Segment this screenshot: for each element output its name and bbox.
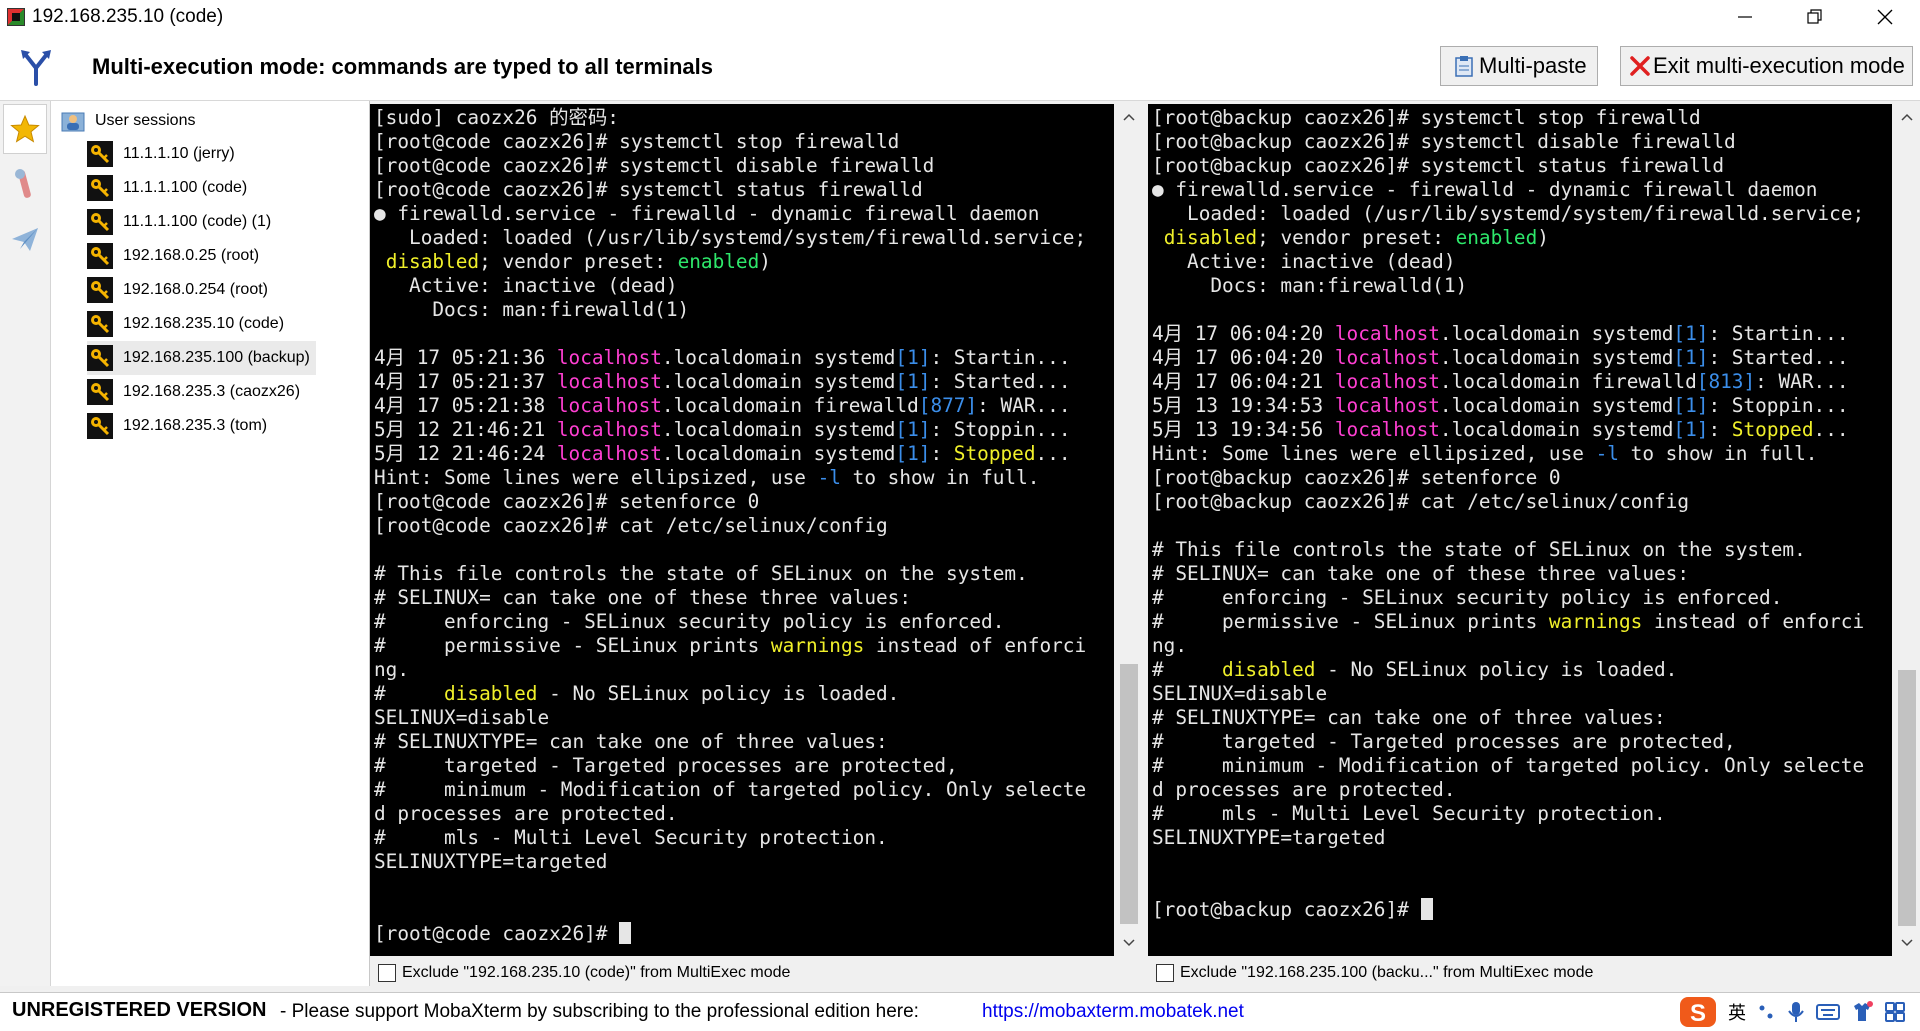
user-sessions-folder[interactable]: User sessions <box>61 110 195 132</box>
terminal-left[interactable]: [sudo] caozx26 的密码: [root@code caozx26]#… <box>370 104 1114 956</box>
user-folder-icon <box>61 112 85 132</box>
terminal-right-scrollbar[interactable] <box>1894 104 1920 956</box>
scroll-up-arrow[interactable] <box>1116 104 1142 130</box>
session-item[interactable]: 11.1.1.100 (code) <box>87 171 316 205</box>
support-message: - Please support MobaXterm by subscribin… <box>280 1001 919 1022</box>
session-label: 11.1.1.100 (code) (1) <box>123 213 272 230</box>
session-item[interactable]: 192.168.0.25 (root) <box>87 239 316 273</box>
multiexec-banner: Multi-execution mode: commands are typed… <box>92 54 714 79</box>
chevron-down-icon <box>1901 939 1913 947</box>
punctuation-icon[interactable] <box>1756 1002 1776 1022</box>
session-label: 192.168.235.100 (backup) <box>123 349 310 366</box>
maximize-button[interactable] <box>1780 0 1850 34</box>
key-icon <box>87 243 113 269</box>
star-icon <box>10 114 40 143</box>
app-icon <box>7 8 25 26</box>
keyboard-icon[interactable] <box>1816 1003 1840 1021</box>
window-title: 192.168.235.10 (code) <box>32 6 224 27</box>
exit-multiexec-label: Exit multi-execution mode <box>1653 53 1905 78</box>
key-icon <box>87 345 113 371</box>
key-icon <box>87 175 113 201</box>
close-icon <box>1877 9 1893 25</box>
session-label: 192.168.235.10 (code) <box>123 315 285 332</box>
minimize-icon <box>1738 16 1752 18</box>
paper-plane-icon <box>12 228 38 251</box>
exit-multiexec-button[interactable]: Exit multi-execution mode <box>1620 46 1913 86</box>
toolbox-grid-icon[interactable] <box>1884 1001 1906 1023</box>
red-x-icon <box>1630 56 1650 76</box>
tools-tab[interactable] <box>3 159 47 209</box>
session-item[interactable]: 11.1.1.100 (code) (1) <box>87 205 316 239</box>
session-label: 192.168.235.3 (tom) <box>123 417 268 434</box>
multiexec-fork-icon <box>21 50 51 86</box>
close-button[interactable] <box>1850 0 1920 34</box>
scroll-thumb[interactable] <box>1120 664 1138 924</box>
ime-tray: S 英 <box>1678 993 1920 1031</box>
session-label: 11.1.1.100 (code) <box>123 179 248 196</box>
key-icon <box>87 277 113 303</box>
restore-icon <box>1807 9 1822 24</box>
ime-language-toggle[interactable]: 英 <box>1728 999 1746 1025</box>
chevron-up-icon <box>1123 113 1135 121</box>
title-bar: 192.168.235.10 (code) <box>0 0 1920 34</box>
status-bar: UNREGISTERED VERSION - Please support Mo… <box>0 992 1920 1031</box>
microphone-icon[interactable] <box>1786 1001 1806 1023</box>
key-icon <box>87 141 113 167</box>
session-item[interactable]: 192.168.235.10 (code) <box>87 307 316 341</box>
sogou-ime-icon[interactable]: S <box>1678 995 1718 1029</box>
terminal-left-scrollbar[interactable] <box>1116 104 1142 956</box>
session-label: 192.168.0.254 (root) <box>123 281 268 298</box>
terminal-cursor <box>619 922 632 944</box>
scroll-down-arrow[interactable] <box>1894 930 1920 956</box>
user-sessions-label: User sessions <box>95 112 196 129</box>
terminal-output: [root@backup caozx26]# systemctl stop fi… <box>1152 106 1865 921</box>
chevron-up-icon <box>1901 113 1913 121</box>
mobatek-link[interactable]: https://mobaxterm.mobatek.net <box>982 1001 1244 1023</box>
session-label: 192.168.235.3 (caozx26) <box>123 383 301 400</box>
multiexec-bar: Multi-execution mode: commands are typed… <box>0 34 1920 101</box>
key-icon <box>87 379 113 405</box>
session-item[interactable]: 192.168.235.100 (backup) <box>87 341 316 375</box>
multi-paste-label: Multi-paste <box>1479 53 1587 78</box>
checkbox[interactable] <box>1156 964 1174 982</box>
sessions-panel: User sessions 11.1.1.10 (jerry) 11.1.1.10… <box>51 101 370 986</box>
session-item[interactable]: 11.1.1.10 (jerry) <box>87 137 316 171</box>
minimize-button[interactable] <box>1710 0 1780 34</box>
exclude-left-label: Exclude "192.168.235.10 (code)" from Mul… <box>402 964 791 981</box>
key-icon <box>87 413 113 439</box>
scroll-up-arrow[interactable] <box>1894 104 1920 130</box>
terminal-cursor <box>1420 898 1433 920</box>
clipboard-icon <box>1455 56 1473 77</box>
session-list: 11.1.1.10 (jerry) 11.1.1.100 (code) 11.1.1… <box>87 137 316 443</box>
session-item[interactable]: 192.168.0.254 (root) <box>87 273 316 307</box>
sessions-tab[interactable] <box>3 104 47 154</box>
scroll-thumb[interactable] <box>1898 670 1916 926</box>
session-item[interactable]: 192.168.235.3 (tom) <box>87 409 316 443</box>
multi-paste-button[interactable]: Multi-paste <box>1440 46 1598 86</box>
terminal-right[interactable]: [root@backup caozx26]# systemctl stop fi… <box>1148 104 1892 956</box>
left-sidebar-tabs <box>0 101 51 986</box>
sftp-tab[interactable] <box>3 214 47 264</box>
exclude-right-label: Exclude "192.168.235.100 (backu..." from… <box>1180 964 1594 981</box>
exclude-left-checkbox[interactable]: Exclude "192.168.235.10 (code)" from Mul… <box>378 964 790 982</box>
registration-status: UNREGISTERED VERSION <box>12 999 267 1021</box>
key-icon <box>87 209 113 235</box>
tools-icon <box>15 169 31 198</box>
svg-text:S: S <box>1690 1000 1706 1027</box>
session-label: 11.1.1.10 (jerry) <box>123 145 235 162</box>
session-item[interactable]: 192.168.235.3 (caozx26) <box>87 375 316 409</box>
checkbox[interactable] <box>378 964 396 982</box>
skin-icon[interactable] <box>1850 1000 1874 1024</box>
key-icon <box>87 311 113 337</box>
chevron-down-icon <box>1123 939 1135 947</box>
scroll-down-arrow[interactable] <box>1116 930 1142 956</box>
session-label: 192.168.0.25 (root) <box>123 247 260 264</box>
exclude-right-checkbox[interactable]: Exclude "192.168.235.100 (backu..." from… <box>1156 964 1593 982</box>
terminal-output: [sudo] caozx26 的密码: [root@code caozx26]#… <box>374 106 1087 945</box>
